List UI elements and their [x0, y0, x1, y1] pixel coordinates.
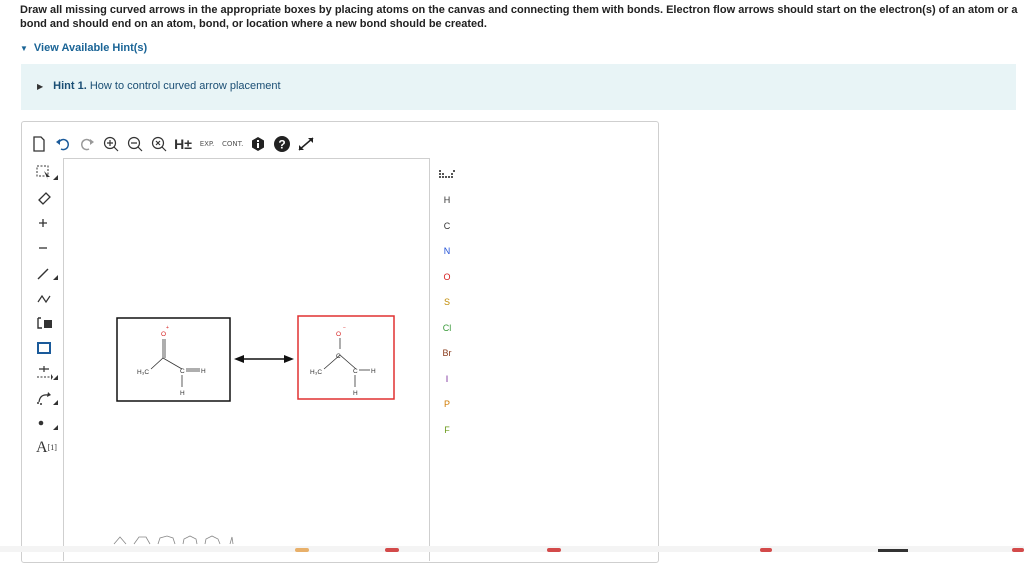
ring-template-icon[interactable] — [32, 310, 60, 335]
caret-right-icon: ▶ — [37, 82, 44, 91]
text-tool[interactable]: A [1] — [32, 435, 60, 460]
instructions-text: Draw all missing curved arrows in the ap… — [20, 4, 1018, 30]
resonance-arrow-right-head — [284, 355, 294, 363]
text-tool-label: A — [36, 438, 48, 456]
negative-charge-icon[interactable] — [32, 235, 60, 260]
atom-button-o[interactable]: O — [432, 264, 462, 290]
atom-button-h[interactable]: H — [432, 188, 462, 214]
left-toolbar: A [1] — [32, 160, 60, 460]
zoom-out-icon[interactable] — [126, 134, 144, 154]
fullscreen-icon[interactable] — [297, 134, 315, 154]
left-bottom-h-label: H — [180, 390, 185, 397]
right-h-label: H — [371, 368, 376, 375]
atom-list: H C N O S Cl Br I P F — [432, 188, 462, 443]
right-oxygen-label: O — [336, 331, 341, 338]
submenu-corner-icon — [53, 375, 58, 380]
hint-item[interactable]: ▶ Hint 1. How to control curved arrow pla… — [37, 80, 281, 92]
drawing-editor: H± EXP. CONT. ? A [1] H₃C O + C H H H₃C … — [21, 121, 659, 563]
single-bond-icon[interactable] — [32, 260, 60, 285]
left-carbon-label: C — [180, 368, 185, 375]
submenu-corner-icon — [53, 175, 58, 180]
drawing-canvas[interactable]: H₃C O + C H H H₃C C O − C H H — [63, 158, 430, 561]
submenu-corner-icon — [53, 400, 58, 405]
right-oxygen-charge: − — [343, 325, 346, 331]
redo-icon[interactable] — [78, 134, 96, 154]
electron-dot-icon[interactable] — [32, 410, 60, 435]
periodic-table-icon[interactable] — [432, 162, 462, 188]
hint-title: How to control curved arrow placement — [89, 80, 281, 92]
atom-button-p[interactable]: P — [432, 392, 462, 418]
view-hints-label: View Available Hint(s) — [33, 42, 148, 54]
right-molecule: H₃C C O − C H H — [310, 325, 376, 397]
view-hints-toggle[interactable]: ▼ View Available Hint(s) — [20, 42, 147, 54]
left-h-label: H — [201, 368, 206, 375]
submenu-corner-icon — [53, 275, 58, 280]
right-bottom-h-label: H — [353, 390, 358, 397]
atom-button-c[interactable]: C — [432, 213, 462, 239]
curved-arrow-icon[interactable] — [32, 385, 60, 410]
hint-panel: ▶ Hint 1. How to control curved arrow pla… — [21, 64, 1016, 110]
atom-button-i[interactable]: I — [432, 366, 462, 392]
atom-palette: H C N O S Cl Br I P F — [432, 162, 462, 443]
expand-button[interactable]: EXP. — [198, 134, 216, 154]
reaction-arrow-icon[interactable] — [32, 360, 60, 385]
caret-down-icon: ▼ — [20, 44, 28, 53]
hint-number: Hint 1. — [53, 80, 87, 92]
chain-icon[interactable] — [32, 285, 60, 310]
left-oxygen-charge: + — [166, 325, 169, 331]
atom-button-f[interactable]: F — [432, 417, 462, 443]
help-icon[interactable]: ? — [273, 134, 291, 154]
right-carbon-label: C — [353, 368, 358, 375]
left-answer-box — [116, 317, 231, 402]
right-ch3-label: H₃C — [310, 369, 322, 376]
left-molecule: H₃C O + C H H — [137, 325, 206, 397]
text-tool-superscript: [1] — [47, 443, 57, 452]
atom-button-cl[interactable]: Cl — [432, 315, 462, 341]
zoom-fit-icon[interactable] — [150, 134, 168, 154]
explicit-hydrogens-button[interactable]: H± — [174, 134, 192, 154]
eraser-icon[interactable] — [32, 185, 60, 210]
bottom-edge-bar — [0, 546, 1024, 552]
info-icon[interactable] — [249, 134, 267, 154]
left-oxygen-label: O — [161, 331, 166, 338]
zoom-in-icon[interactable] — [102, 134, 120, 154]
undo-icon[interactable] — [54, 134, 72, 154]
atom-button-n[interactable]: N — [432, 239, 462, 265]
contract-button[interactable]: CONT. — [222, 134, 243, 154]
positive-charge-icon[interactable] — [32, 210, 60, 235]
atom-button-br[interactable]: Br — [432, 341, 462, 367]
canvas-drawing: H₃C O + C H H H₃C C O − C H H — [116, 315, 395, 402]
right-answer-box — [297, 315, 395, 400]
new-document-icon[interactable] — [30, 134, 48, 154]
right-top-carbon-label: C — [336, 353, 341, 360]
lasso-select-icon[interactable] — [32, 160, 60, 185]
resonance-arrow-left-head — [234, 355, 244, 363]
atom-button-s[interactable]: S — [432, 290, 462, 316]
rectangle-box-icon[interactable] — [32, 335, 60, 360]
svg-text:?: ? — [279, 138, 286, 152]
left-ch3-label: H₃C — [137, 369, 149, 376]
submenu-corner-icon — [53, 425, 58, 430]
editor-toolbar: H± EXP. CONT. ? — [30, 132, 321, 156]
